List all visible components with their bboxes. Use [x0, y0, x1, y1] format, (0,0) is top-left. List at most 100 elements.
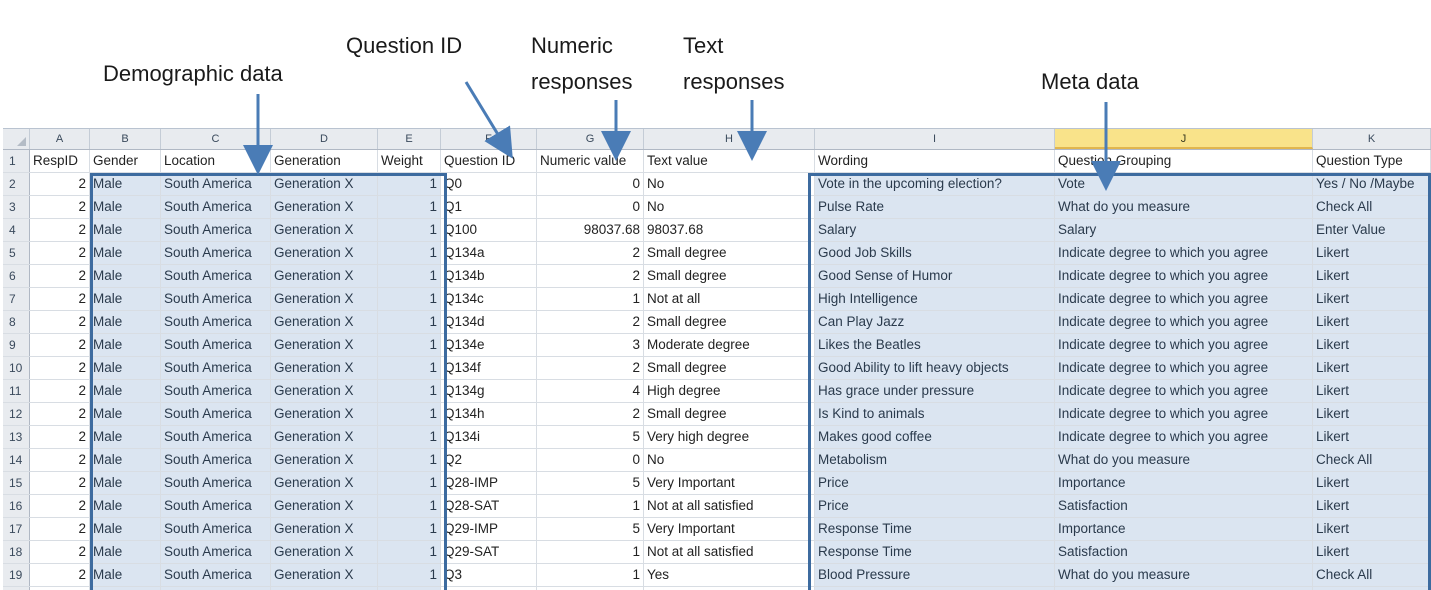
cell-question-id[interactable]: Q134b — [441, 265, 537, 287]
row-number[interactable]: 15 — [3, 472, 30, 494]
cell-numeric-value[interactable]: 5 — [537, 426, 644, 448]
cell-question-type[interactable]: Likert — [1313, 357, 1431, 379]
cell-text-value[interactable]: Small degree — [644, 357, 815, 379]
cell-question-grouping[interactable]: Indicate degree to which you agree — [1055, 403, 1313, 425]
cell-wording[interactable]: Vote in the upcoming election? — [815, 173, 1055, 195]
row-number[interactable]: 10 — [3, 357, 30, 379]
cell-location[interactable]: South America — [161, 403, 271, 425]
cell-question-grouping[interactable]: Indicate degree to which you agree — [1055, 311, 1313, 333]
cell-wording[interactable]: Can Play Jazz — [815, 311, 1055, 333]
cell-text-value[interactable]: Moderate degree — [644, 334, 815, 356]
row-number[interactable]: 11 — [3, 380, 30, 402]
header-cell-question-id[interactable]: Question ID — [441, 150, 537, 172]
cell-question-id[interactable]: Q134e — [441, 334, 537, 356]
cell-respid[interactable]: 2 — [30, 380, 90, 402]
cell-question-type[interactable]: Likert — [1313, 472, 1431, 494]
cell-numeric-value[interactable]: 2 — [537, 403, 644, 425]
cell-question-grouping[interactable]: Indicate degree to which you agree — [1055, 265, 1313, 287]
cell-question-grouping[interactable]: Indicate degree to which you agree — [1055, 334, 1313, 356]
cell-question-type[interactable]: Yes / No /Maybe — [1313, 173, 1431, 195]
cell-numeric-value[interactable]: 1 — [537, 288, 644, 310]
cell-respid[interactable]: 2 — [30, 472, 90, 494]
cell-question-id[interactable]: Q2 — [441, 449, 537, 471]
cell-question-type[interactable]: Likert — [1313, 495, 1431, 517]
spreadsheet-grid[interactable]: A B C D E F G H I J K 1 RespID Gender Lo… — [3, 128, 1431, 590]
cell-generation[interactable]: Generation X — [271, 357, 378, 379]
cell-generation[interactable]: Generation X — [271, 449, 378, 471]
header-cell-gender[interactable]: Gender — [90, 150, 161, 172]
cell-respid[interactable]: 2 — [30, 196, 90, 218]
cell-question-type[interactable]: Likert — [1313, 334, 1431, 356]
cell-gender[interactable]: Male — [90, 380, 161, 402]
cell-gender[interactable]: Male — [90, 334, 161, 356]
cell-wording[interactable]: Good Job Skills — [815, 242, 1055, 264]
cell-generation[interactable]: Generation X — [271, 196, 378, 218]
cell-location[interactable]: South America — [161, 311, 271, 333]
cell-respid[interactable]: 2 — [30, 495, 90, 517]
cell-question-type[interactable]: Likert — [1313, 426, 1431, 448]
cell-generation[interactable]: Generation X — [271, 380, 378, 402]
cell-wording[interactable]: Good Sense of Humor — [815, 265, 1055, 287]
cell-respid[interactable]: 2 — [30, 541, 90, 563]
cell-question-grouping[interactable]: What do you measure — [1055, 564, 1313, 586]
cell-weight[interactable]: 1 — [378, 265, 441, 287]
cell-weight[interactable]: 1 — [378, 242, 441, 264]
cell-question-grouping[interactable]: Satisfaction — [1055, 541, 1313, 563]
cell-location[interactable]: South America — [161, 426, 271, 448]
cell-weight[interactable]: 1 — [378, 495, 441, 517]
cell-wording[interactable]: Price — [815, 495, 1055, 517]
cell-wording[interactable]: Blood Pressure — [815, 564, 1055, 586]
column-header-i[interactable]: I — [815, 129, 1055, 149]
cell-generation[interactable]: Generation X — [271, 541, 378, 563]
row-number[interactable]: 16 — [3, 495, 30, 517]
cell-generation[interactable]: Generation X — [271, 311, 378, 333]
row-number[interactable]: 4 — [3, 219, 30, 241]
column-header-c[interactable]: C — [161, 129, 271, 149]
cell-location[interactable]: South America — [161, 518, 271, 540]
cell-weight[interactable]: 1 — [378, 357, 441, 379]
cell-question-type[interactable]: Likert — [1313, 265, 1431, 287]
cell-generation[interactable]: Generation X — [271, 495, 378, 517]
cell-gender[interactable]: Male — [90, 196, 161, 218]
cell-question-grouping[interactable]: Vote — [1055, 173, 1313, 195]
cell-question-id[interactable]: Q28-SAT — [441, 495, 537, 517]
cell-numeric-value[interactable]: 98037.68 — [537, 219, 644, 241]
cell-location[interactable]: South America — [161, 449, 271, 471]
cell-question-id[interactable]: Q100 — [441, 219, 537, 241]
cell-question-type[interactable]: Likert — [1313, 380, 1431, 402]
cell-text-value[interactable]: Not at all satisfied — [644, 541, 815, 563]
cell-text-value[interactable]: Very Important — [644, 472, 815, 494]
column-header-j[interactable]: J — [1055, 129, 1313, 149]
cell-numeric-value[interactable]: 2 — [537, 357, 644, 379]
cell-text-value[interactable]: Small degree — [644, 403, 815, 425]
cell-respid[interactable]: 2 — [30, 334, 90, 356]
header-cell-question-type[interactable]: Question Type — [1313, 150, 1431, 172]
cell-text-value[interactable]: High degree — [644, 380, 815, 402]
cell-location[interactable]: South America — [161, 380, 271, 402]
cell-question-type[interactable]: Likert — [1313, 242, 1431, 264]
cell-question-type[interactable]: Check All — [1313, 196, 1431, 218]
cell-numeric-value[interactable]: 2 — [537, 265, 644, 287]
cell-text-value[interactable]: No — [644, 449, 815, 471]
row-number[interactable]: 19 — [3, 564, 30, 586]
cell-weight[interactable]: 1 — [378, 472, 441, 494]
row-number[interactable]: 9 — [3, 334, 30, 356]
row-number[interactable]: 18 — [3, 541, 30, 563]
cell-numeric-value[interactable]: 3 — [537, 334, 644, 356]
cell-gender[interactable]: Male — [90, 242, 161, 264]
cell-question-id[interactable]: Q134a — [441, 242, 537, 264]
cell-generation[interactable]: Generation X — [271, 242, 378, 264]
cell-weight[interactable]: 1 — [378, 564, 441, 586]
cell-location[interactable]: South America — [161, 265, 271, 287]
column-header-e[interactable]: E — [378, 129, 441, 149]
cell-text-value[interactable]: Very Important — [644, 518, 815, 540]
cell-weight[interactable]: 1 — [378, 426, 441, 448]
column-header-k[interactable]: K — [1313, 129, 1431, 149]
cell-location[interactable]: South America — [161, 564, 271, 586]
cell-gender[interactable]: Male — [90, 426, 161, 448]
cell-location[interactable]: South America — [161, 472, 271, 494]
cell-gender[interactable]: Male — [90, 564, 161, 586]
cell-numeric-value[interactable]: 1 — [537, 564, 644, 586]
cell-question-grouping[interactable]: What do you measure — [1055, 449, 1313, 471]
cell-location[interactable]: South America — [161, 219, 271, 241]
